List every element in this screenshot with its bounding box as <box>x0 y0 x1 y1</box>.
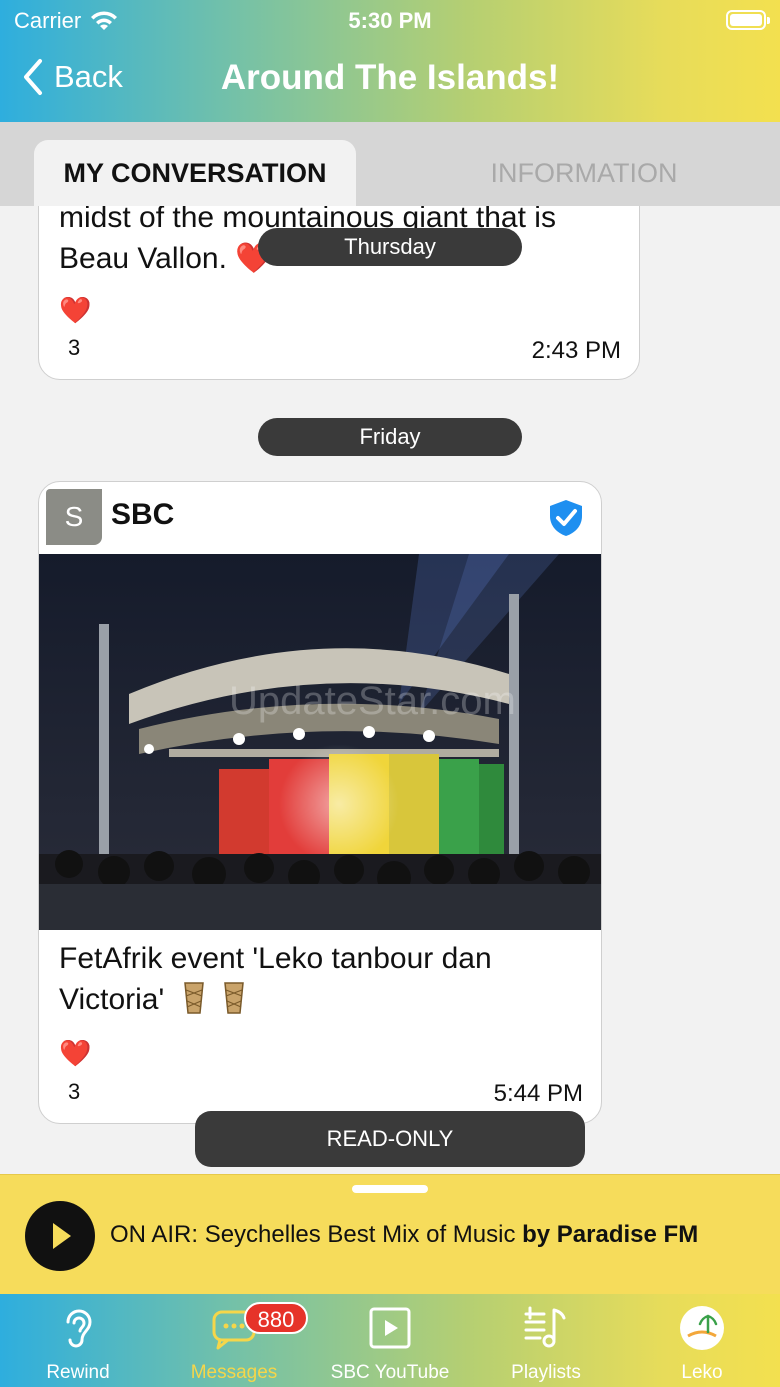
heart-reaction-icon[interactable]: ❤️ <box>59 295 91 326</box>
tab-rewind[interactable]: Rewind <box>0 1294 156 1387</box>
message-card[interactable]: S SBC UpdateStar.com FetAfrik event 'Lek… <box>38 481 602 1124</box>
battery-icon <box>726 10 770 30</box>
message-feed[interactable]: midst of the mountainous giant that is B… <box>0 206 780 1174</box>
ear-icon <box>66 1309 92 1348</box>
sender-name[interactable]: SBC <box>111 498 174 532</box>
app-header: Carrier 5:30 PM Back Around The Islands! <box>0 0 780 122</box>
leko-logo-icon <box>680 1306 724 1350</box>
tab-leko[interactable]: Leko <box>624 1294 780 1387</box>
bottom-tab-bar: Rewind Messages 880 SBC YouTube Playlist… <box>0 1294 780 1387</box>
reaction-count: 3 <box>68 1079 81 1104</box>
avatar[interactable]: S <box>46 489 102 545</box>
reaction-count: 3 <box>68 335 81 360</box>
tab-my-conversation[interactable]: MY CONVERSATION <box>34 140 356 206</box>
tab-information[interactable]: INFORMATION <box>404 140 764 206</box>
tab-label: Leko <box>681 1362 723 1383</box>
tab-label: Messages <box>190 1362 278 1383</box>
now-playing-text: ON AIR: Seychelles Best Mix of Music by … <box>110 1221 698 1249</box>
unread-badge: 880 <box>244 1302 308 1334</box>
read-only-banner[interactable]: READ-ONLY <box>195 1111 585 1167</box>
station-name: by Paradise FM <box>522 1221 699 1248</box>
tab-playlists[interactable]: Playlists <box>468 1294 624 1387</box>
play-icon <box>53 1223 71 1249</box>
stage-illustration: UpdateStar.com <box>39 554 601 930</box>
verified-shield-icon <box>550 500 582 536</box>
page-title: Around The Islands! <box>220 58 560 97</box>
concert-stage-photo[interactable]: UpdateStar.com <box>39 554 601 930</box>
status-bar: Carrier 5:30 PM <box>0 0 780 40</box>
tab-label: SBC YouTube <box>330 1362 450 1383</box>
message-time: 5:44 PM <box>493 1080 583 1107</box>
status-time: 5:30 PM <box>348 8 432 33</box>
day-separator-friday: Friday <box>258 418 522 456</box>
caption-text: FetAfrik event 'Leko tanbour dan Victori… <box>59 942 492 1016</box>
drag-handle[interactable] <box>352 1185 428 1193</box>
playlist-icon <box>524 1306 566 1348</box>
tab-sbc-youtube[interactable]: SBC YouTube <box>312 1294 468 1387</box>
drum-emoji-icon <box>224 982 244 1014</box>
now-playing-title: ON AIR: Seychelles Best Mix of Music <box>110 1221 523 1248</box>
heart-reaction-icon[interactable]: ❤️ <box>59 1038 91 1069</box>
tab-label: Rewind <box>46 1362 110 1383</box>
radio-player[interactable]: ON AIR: Seychelles Best Mix of Music by … <box>0 1174 780 1294</box>
segment-tabs: MY CONVERSATION INFORMATION <box>0 122 780 206</box>
play-button[interactable] <box>25 1201 95 1271</box>
message-header: S SBC <box>39 482 601 554</box>
message-time: 2:43 PM <box>531 337 621 364</box>
video-play-icon <box>369 1307 411 1349</box>
day-separator-thursday: Thursday <box>258 228 522 266</box>
drum-emoji-icon <box>183 982 204 1014</box>
message-caption: FetAfrik event 'Leko tanbour dan Victori… <box>59 938 579 1020</box>
tab-label: Playlists <box>511 1362 581 1383</box>
image-watermark: UpdateStar.com <box>229 679 516 723</box>
